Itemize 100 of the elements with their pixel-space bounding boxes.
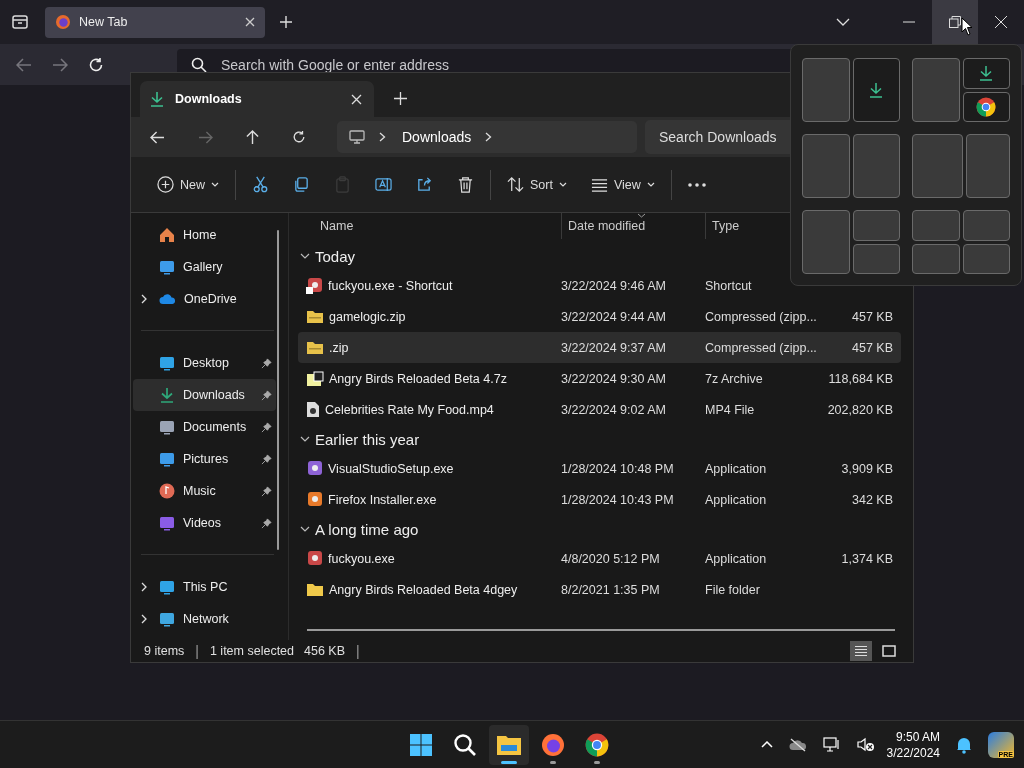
- chevron-down-icon[interactable]: [836, 18, 850, 26]
- sidebar-item[interactable]: OneDrive: [133, 283, 276, 315]
- search-icon: [191, 56, 207, 73]
- address-bar[interactable]: Downloads: [337, 121, 637, 153]
- chevron-right-icon[interactable]: [485, 132, 493, 142]
- plus-circle-icon: [157, 176, 174, 193]
- file-row[interactable]: fuckyou.exe - Shortcut 3/22/2024 9:46 AM Shortcut: [298, 270, 901, 301]
- file-row[interactable]: Celebrities Rate My Food.mp4 3/22/2024 9:02 AM MP4 File 202,820 KB: [298, 394, 901, 425]
- column-header[interactable]: Name: [298, 213, 561, 239]
- folder-icon: [306, 582, 324, 597]
- new-button[interactable]: New: [145, 166, 231, 203]
- sidebar-item[interactable]: Desktop: [133, 347, 276, 379]
- app-icon: [306, 491, 323, 508]
- explorer-taskbar-button[interactable]: [489, 724, 529, 765]
- bell-icon[interactable]: [956, 735, 972, 754]
- pin-icon: [261, 357, 272, 369]
- download-icon: [869, 82, 884, 98]
- chevron-right-icon[interactable]: [141, 614, 147, 624]
- file-row[interactable]: Angry Birds Reloaded Beta 4.7z 3/22/2024 9:30 AM 7z Archive 118,684 KB: [298, 363, 901, 394]
- search-icon: [453, 732, 477, 757]
- snap-zone[interactable]: [962, 91, 1010, 122]
- browser-icon: [585, 732, 609, 757]
- app-icon: [306, 460, 323, 477]
- square-icon: [882, 645, 896, 657]
- group-header[interactable]: Today: [315, 247, 356, 265]
- sort-button[interactable]: Sort: [495, 166, 579, 203]
- close-icon[interactable]: [351, 93, 362, 105]
- volume-muted-icon[interactable]: [856, 736, 875, 753]
- sidebar-item[interactable]: Home: [133, 219, 276, 251]
- file-row[interactable]: Firefox Installer.exe 1/28/2024 10:43 PM Application 342 KB: [298, 484, 901, 515]
- close-icon[interactable]: [995, 16, 1007, 28]
- house-icon: [159, 227, 175, 243]
- chevron-right-icon[interactable]: [141, 582, 147, 592]
- app-icon: [306, 550, 323, 567]
- new-tab-icon[interactable]: [279, 15, 293, 29]
- forward-icon[interactable]: [52, 57, 68, 72]
- sort-caret-icon: [637, 213, 646, 218]
- explorer-tab[interactable]: Downloads: [140, 81, 374, 117]
- cloud-off-icon[interactable]: [788, 737, 807, 752]
- sidebar-item[interactable]: Downloads: [133, 379, 276, 411]
- download-icon: [159, 387, 175, 403]
- details-view-button[interactable]: [850, 641, 872, 661]
- pin-icon: [261, 517, 272, 529]
- archive-icon: [306, 370, 324, 387]
- breadcrumb[interactable]: Downloads: [402, 129, 472, 145]
- up-icon[interactable]: [246, 129, 259, 145]
- refresh-icon[interactable]: [292, 130, 306, 144]
- scrollbar[interactable]: [277, 230, 279, 550]
- group-header[interactable]: A long time ago: [315, 520, 419, 538]
- close-icon[interactable]: [245, 17, 255, 27]
- file-row[interactable]: fuckyou.exe 4/8/2020 5:12 PM Application 1,374 KB: [298, 543, 901, 574]
- reload-icon[interactable]: [88, 56, 104, 73]
- clipboard-icon: [334, 176, 351, 193]
- column-header[interactable]: Date modified: [561, 213, 705, 239]
- rename-icon: [375, 176, 392, 193]
- download-icon: [979, 65, 994, 82]
- chevron-right-icon[interactable]: [141, 294, 147, 304]
- sidebar-item[interactable]: Videos: [133, 507, 276, 539]
- zip-folder-icon: [306, 309, 324, 324]
- tab-list-icon[interactable]: [11, 14, 29, 30]
- scissors-icon: [252, 176, 269, 193]
- pin-icon: [261, 421, 272, 433]
- shortcut-icon: [306, 277, 323, 294]
- file-row[interactable]: Angry Birds Reloaded Beta 4dgey 8/2/2021 1:35 PM File folder: [298, 574, 901, 605]
- start-icon: [409, 732, 433, 757]
- pin-icon: [261, 453, 272, 465]
- copy-icon: [293, 176, 310, 193]
- scrollbar[interactable]: [307, 629, 895, 631]
- chevron-down-icon[interactable]: [300, 253, 310, 259]
- forward-icon[interactable]: [198, 130, 213, 144]
- snap-zone[interactable]: [962, 58, 1010, 89]
- chevron-up-icon[interactable]: [760, 741, 773, 748]
- sidebar-item[interactable]: Network: [133, 603, 276, 635]
- column-header[interactable]: Type: [705, 213, 744, 239]
- file-row[interactable]: .zip 3/22/2024 9:37 AM Compressed (zipp... 457 KB: [298, 332, 901, 363]
- clock-time[interactable]: 9:50 AM: [895, 728, 940, 745]
- sidebar-item[interactable]: Gallery: [133, 251, 276, 283]
- caret-icon: [558, 182, 567, 187]
- sidebar-item[interactable]: Music: [133, 475, 276, 507]
- list-icon: [854, 645, 868, 657]
- group-header[interactable]: Earlier this year: [315, 430, 420, 448]
- chevron-right-icon[interactable]: [379, 132, 386, 142]
- clock-date[interactable]: 3/22/2024: [886, 744, 940, 761]
- file-row[interactable]: VisualStudioSetup.exe 1/28/2024 10:48 PM Application 3,909 KB: [298, 453, 901, 484]
- pin-icon: [261, 389, 272, 401]
- chevron-down-icon[interactable]: [300, 526, 310, 532]
- file-row[interactable]: gamelogic.zip 3/22/2024 9:44 AM Compressed (zipp... 457 KB: [298, 301, 901, 332]
- cloud-icon: [159, 293, 176, 305]
- sidebar-item[interactable]: Pictures: [133, 443, 276, 475]
- view-button[interactable]: View: [578, 166, 667, 203]
- restore-button[interactable]: [932, 0, 978, 44]
- chevron-down-icon[interactable]: [300, 436, 310, 442]
- sidebar-item[interactable]: This PC: [133, 571, 276, 603]
- address-field[interactable]: Search with Google or enter address: [221, 55, 471, 74]
- share-icon: [416, 176, 433, 193]
- new-tab-icon[interactable]: [394, 92, 407, 105]
- sidebar-item[interactable]: Documents: [133, 411, 276, 443]
- monitor-icon: [159, 579, 175, 595]
- browser-tab[interactable]: New Tab: [45, 6, 265, 38]
- folder-icon: [496, 733, 522, 756]
